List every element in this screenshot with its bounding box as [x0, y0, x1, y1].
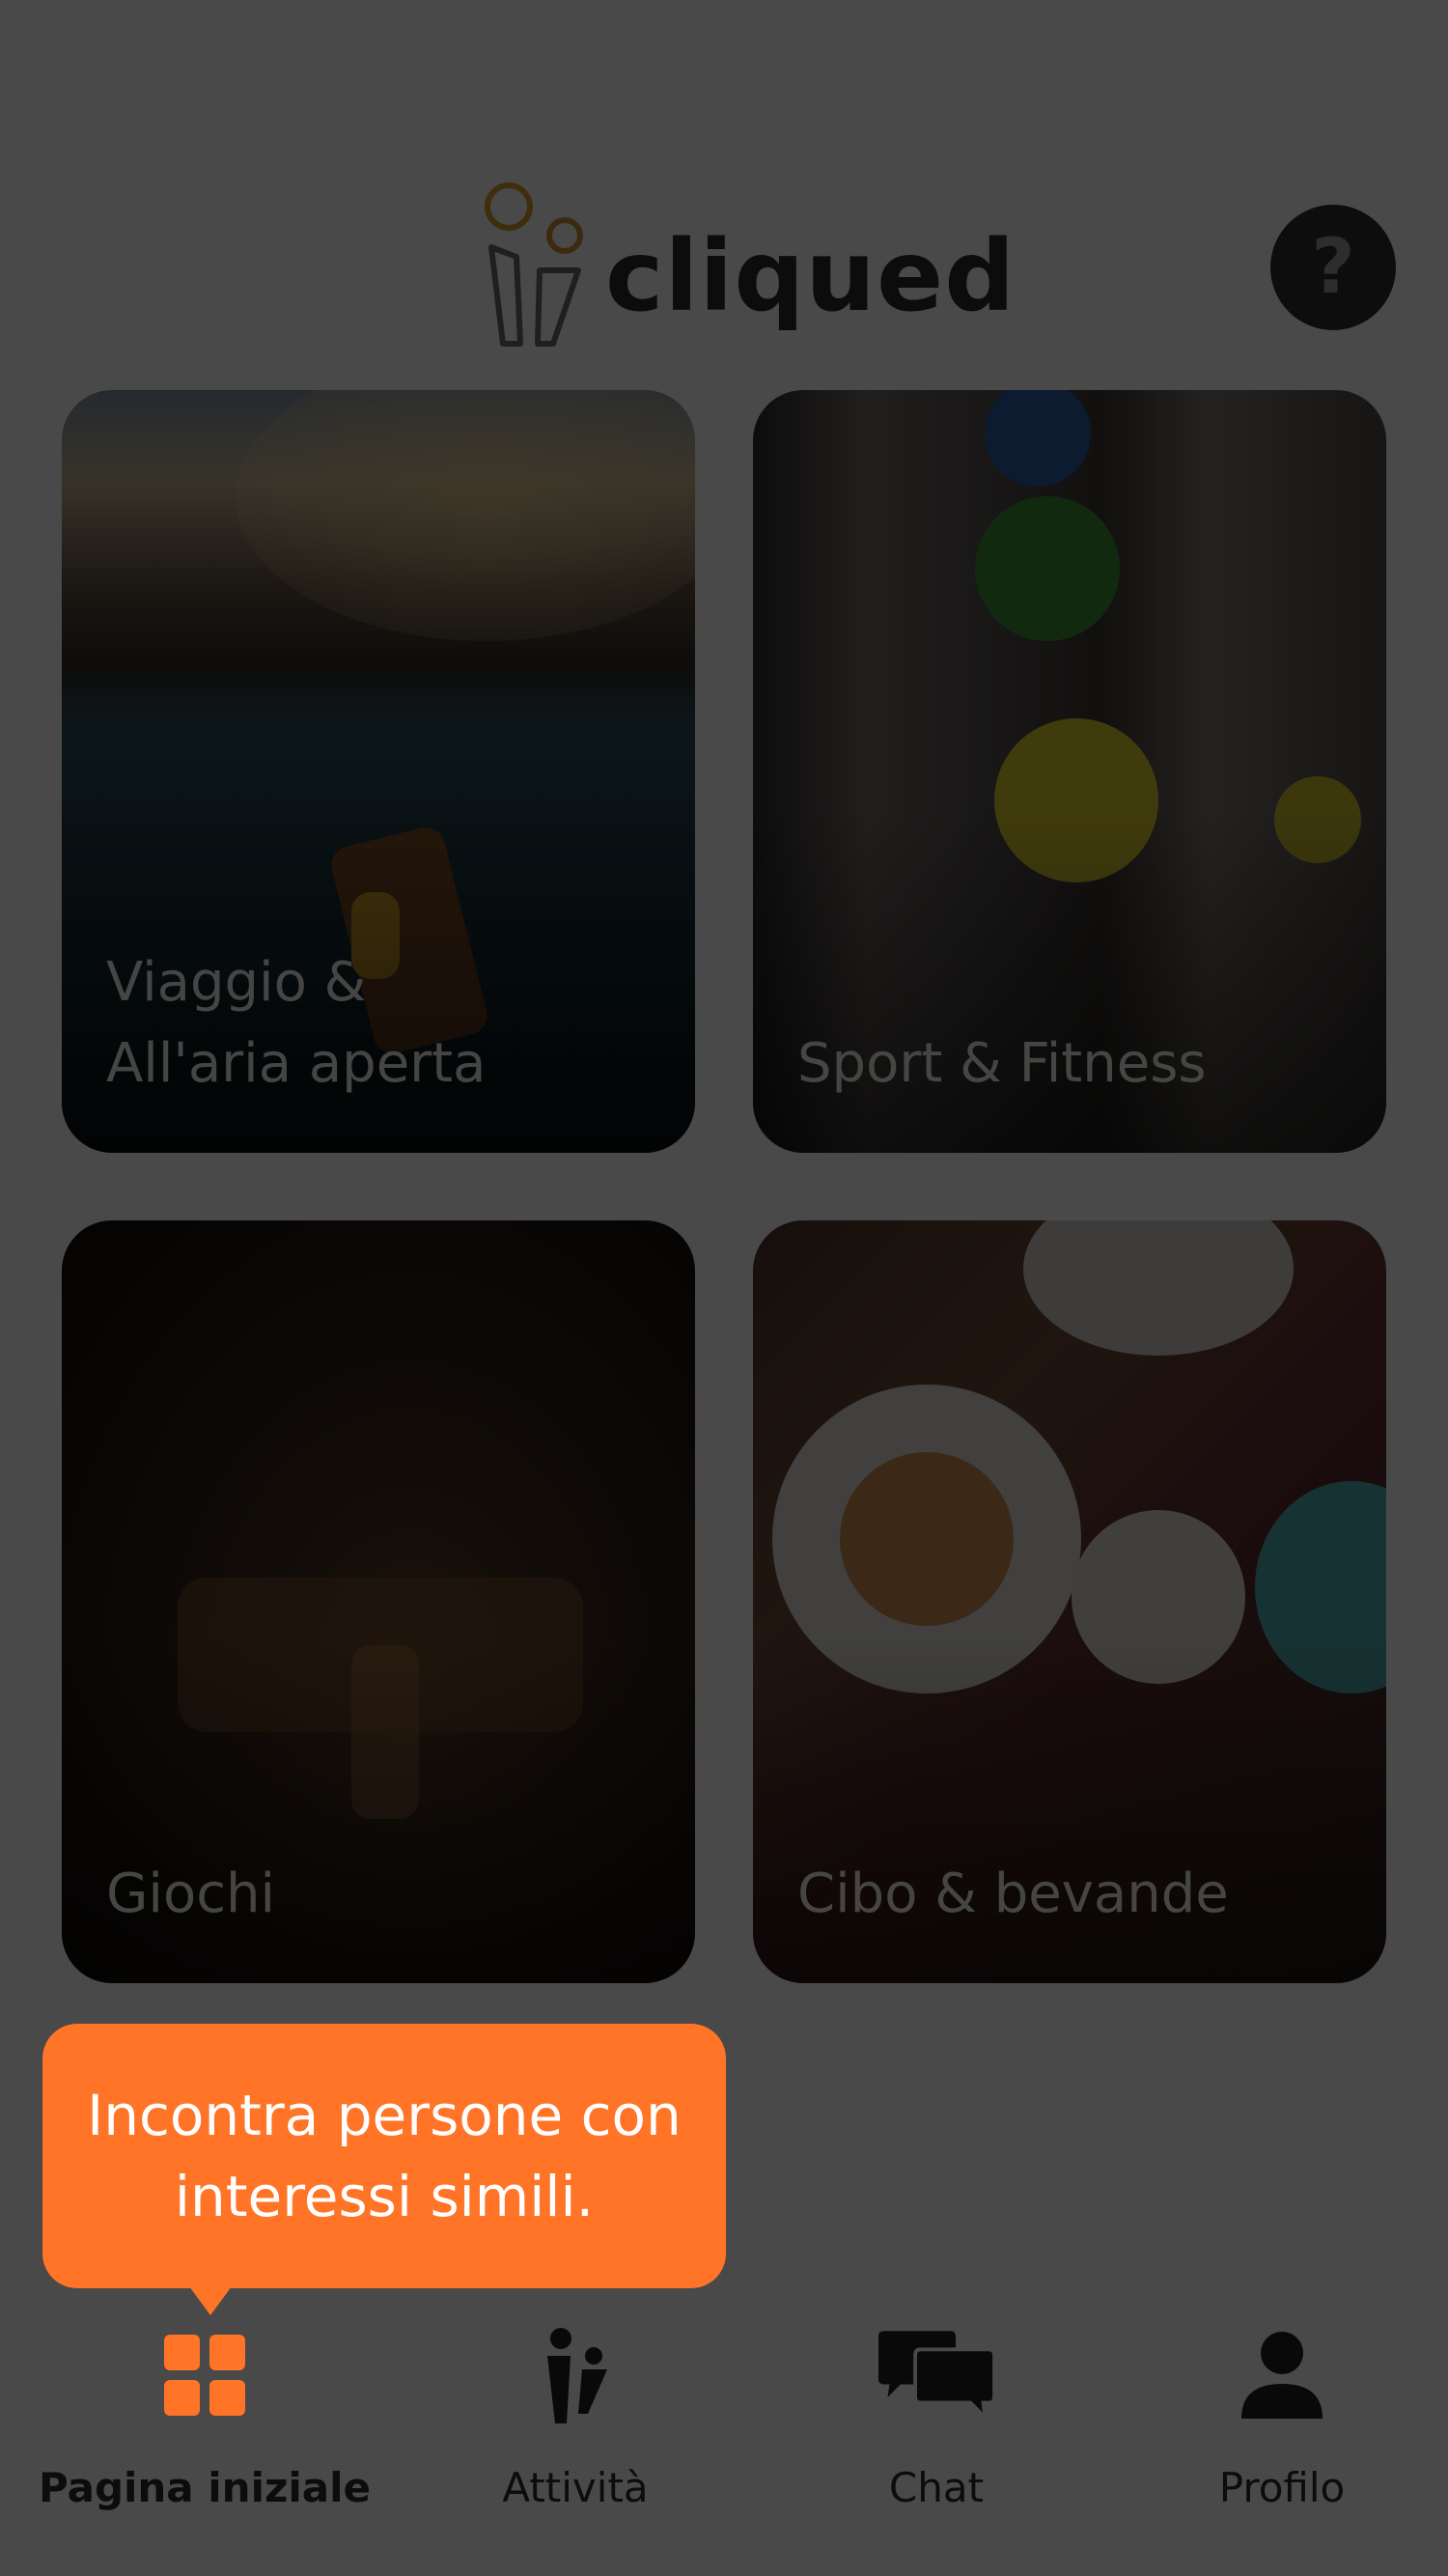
chat-bubbles-icon — [878, 2317, 994, 2433]
tooltip-arrow — [189, 2286, 232, 2315]
tooltip-text: Incontra persone con interessi simili. — [58, 2075, 710, 2237]
app-screen: cliqued ? Viaggio & All'aria aperta Spor… — [0, 0, 1448, 2576]
person-icon — [1224, 2317, 1340, 2433]
nav-label-profile: Profilo — [1218, 2464, 1346, 2511]
help-button[interactable]: ? — [1270, 205, 1396, 330]
logo-text: cliqued — [605, 218, 1016, 334]
nav-item-profile[interactable]: Profilo — [1099, 2317, 1448, 2511]
nav-label-activities: Attività — [502, 2464, 649, 2511]
nav-item-activities[interactable]: Attività — [392, 2317, 759, 2511]
mountain-highlight — [236, 390, 695, 641]
nav-label-chat: Chat — [888, 2464, 985, 2511]
category-label-food: Cibo & bevande — [797, 1862, 1229, 1925]
category-card-food[interactable]: Cibo & bevande — [753, 1220, 1386, 1983]
help-icon: ? — [1311, 224, 1355, 311]
nav-item-home-highlight[interactable] — [21, 2317, 388, 2433]
grid-icon — [147, 2317, 263, 2433]
category-label-line2: All'aria aperta — [106, 1032, 487, 1095]
tooltip-text-line1: Incontra persone con — [87, 2083, 682, 2148]
weight-plate-blue — [985, 390, 1091, 487]
category-label-games: Giochi — [106, 1862, 276, 1925]
onboarding-tooltip[interactable]: Incontra persone con interessi simili. — [42, 2024, 726, 2288]
salad-plate-shape — [1023, 1220, 1294, 1356]
cliqued-logo-icon — [485, 182, 583, 347]
weight-plate-green — [975, 496, 1120, 641]
category-label-line1: Viaggio & — [106, 951, 367, 1014]
tooltip-text-line2: interessi simili. — [174, 2164, 595, 2229]
category-card-sport[interactable]: Sport & Fitness — [753, 390, 1386, 1153]
dish-shape — [840, 1452, 1014, 1626]
category-card-travel[interactable]: Viaggio & All'aria aperta — [62, 390, 695, 1153]
category-label-travel: Viaggio & All'aria aperta — [106, 942, 486, 1105]
nav-label-home: Pagina iniziale — [38, 2464, 372, 2511]
nav-item-chat[interactable]: Chat — [753, 2317, 1120, 2511]
category-card-games[interactable]: Giochi — [62, 1220, 695, 1983]
app-logo: cliqued — [478, 180, 1016, 353]
people-icon — [517, 2317, 633, 2433]
category-label-sport: Sport & Fitness — [797, 1032, 1207, 1095]
